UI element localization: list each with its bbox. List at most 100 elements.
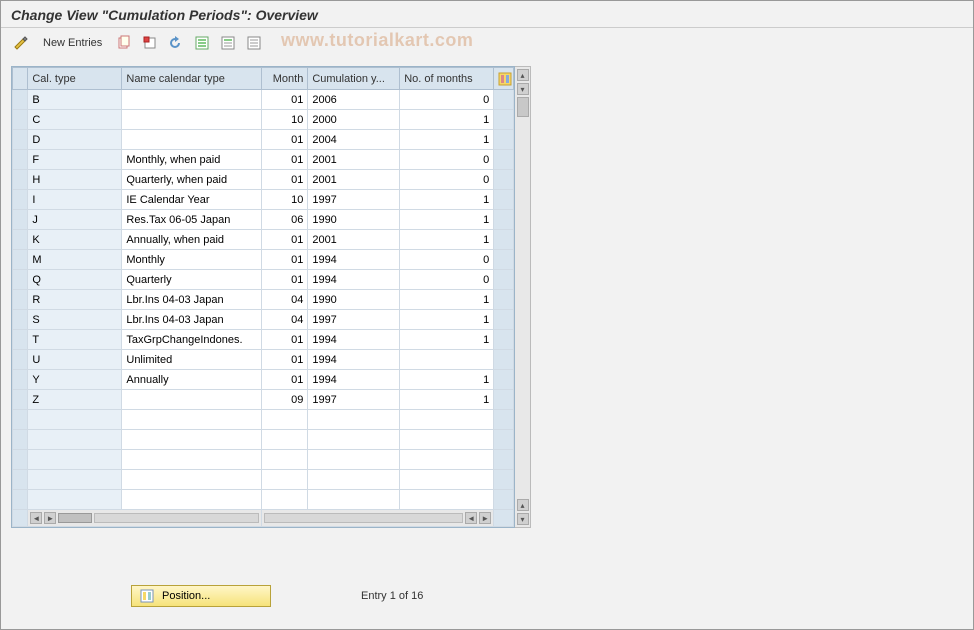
hscroll2-left-icon[interactable]: ◄ xyxy=(465,512,477,524)
cell-cal-type[interactable]: M xyxy=(28,250,122,270)
cell-months[interactable]: 1 xyxy=(400,210,494,230)
row-selector[interactable] xyxy=(13,190,28,210)
cell-month[interactable]: 04 xyxy=(262,290,308,310)
select-all-icon[interactable] xyxy=(192,33,212,53)
vscroll-down-icon[interactable]: ▾ xyxy=(517,83,529,95)
col-name[interactable]: Name calendar type xyxy=(122,68,262,90)
vscroll-up-icon[interactable]: ▴ xyxy=(517,69,529,81)
cell-months[interactable]: 1 xyxy=(400,130,494,150)
row-selector[interactable] xyxy=(13,330,28,350)
cell-name[interactable] xyxy=(122,90,262,110)
cell-cal-type[interactable]: S xyxy=(28,310,122,330)
cell-month[interactable]: 10 xyxy=(262,110,308,130)
cell-cal-type[interactable]: B xyxy=(28,90,122,110)
cell-months[interactable]: 1 xyxy=(400,110,494,130)
hscroll-right-icon[interactable]: ► xyxy=(44,512,56,524)
cell-month[interactable]: 01 xyxy=(262,350,308,370)
table-row[interactable]: KAnnually, when paid0120011 xyxy=(13,230,514,250)
table-row[interactable]: D0120041 xyxy=(13,130,514,150)
hscroll-thumb[interactable] xyxy=(58,513,92,523)
row-selector[interactable] xyxy=(13,170,28,190)
row-selector[interactable] xyxy=(13,250,28,270)
cell-month[interactable]: 01 xyxy=(262,150,308,170)
table-row-empty[interactable] xyxy=(13,490,514,510)
col-cal-type[interactable]: Cal. type xyxy=(28,68,122,90)
cell-name[interactable]: Annually xyxy=(122,370,262,390)
cell-month[interactable]: 06 xyxy=(262,210,308,230)
cell-cal-type[interactable]: D xyxy=(28,130,122,150)
cell-months[interactable]: 0 xyxy=(400,90,494,110)
cell-year[interactable]: 2006 xyxy=(308,90,400,110)
table-row[interactable]: HQuarterly, when paid0120010 xyxy=(13,170,514,190)
cell-cal-type[interactable]: C xyxy=(28,110,122,130)
cell-year[interactable]: 2000 xyxy=(308,110,400,130)
cell-name[interactable] xyxy=(122,110,262,130)
table-row[interactable]: Z0919971 xyxy=(13,390,514,410)
table-row[interactable]: QQuarterly0119940 xyxy=(13,270,514,290)
row-selector[interactable] xyxy=(13,390,28,410)
delete-icon[interactable] xyxy=(140,33,160,53)
cell-name[interactable]: Quarterly xyxy=(122,270,262,290)
cell-cal-type[interactable]: K xyxy=(28,230,122,250)
select-block-icon[interactable] xyxy=(218,33,238,53)
cell-cal-type[interactable]: U xyxy=(28,350,122,370)
cell-name[interactable]: Annually, when paid xyxy=(122,230,262,250)
cell-months[interactable]: 1 xyxy=(400,310,494,330)
table-row[interactable]: JRes.Tax 06-05 Japan0619901 xyxy=(13,210,514,230)
col-cum-year[interactable]: Cumulation y... xyxy=(308,68,400,90)
v-scrollbar[interactable]: ▴ ▾ ▴ ▾ xyxy=(515,66,531,528)
cell-months[interactable]: 1 xyxy=(400,330,494,350)
cell-cal-type[interactable]: F xyxy=(28,150,122,170)
cell-months[interactable]: 0 xyxy=(400,250,494,270)
col-month[interactable]: Month xyxy=(262,68,308,90)
cell-months[interactable]: 1 xyxy=(400,230,494,250)
cell-year[interactable]: 1994 xyxy=(308,330,400,350)
cell-cal-type[interactable]: H xyxy=(28,170,122,190)
cell-year[interactable]: 1994 xyxy=(308,250,400,270)
row-selector[interactable] xyxy=(13,290,28,310)
cell-year[interactable]: 1990 xyxy=(308,290,400,310)
row-selector[interactable] xyxy=(13,310,28,330)
cell-year[interactable]: 1997 xyxy=(308,390,400,410)
cell-name[interactable] xyxy=(122,130,262,150)
cell-month[interactable]: 01 xyxy=(262,250,308,270)
new-entries-button[interactable]: New Entries xyxy=(37,35,108,51)
cell-month[interactable]: 01 xyxy=(262,170,308,190)
table-row-empty[interactable] xyxy=(13,430,514,450)
table-row[interactable]: SLbr.Ins 04-03 Japan0419971 xyxy=(13,310,514,330)
cell-year[interactable]: 1990 xyxy=(308,210,400,230)
cell-cal-type[interactable]: J xyxy=(28,210,122,230)
vscroll-down2-icon[interactable]: ▾ xyxy=(517,513,529,525)
col-months[interactable]: No. of months xyxy=(400,68,494,90)
cell-year[interactable]: 2001 xyxy=(308,150,400,170)
table-row[interactable]: YAnnually0119941 xyxy=(13,370,514,390)
cell-months[interactable]: 0 xyxy=(400,170,494,190)
cell-name[interactable] xyxy=(122,390,262,410)
toggle-edit-icon[interactable] xyxy=(11,33,31,53)
copy-icon[interactable] xyxy=(114,33,134,53)
cell-name[interactable]: Quarterly, when paid xyxy=(122,170,262,190)
cell-month[interactable]: 04 xyxy=(262,310,308,330)
hscroll2-right-icon[interactable]: ► xyxy=(479,512,491,524)
table-row-empty[interactable] xyxy=(13,410,514,430)
cell-cal-type[interactable]: Q xyxy=(28,270,122,290)
cell-name[interactable]: TaxGrpChangeIndones. xyxy=(122,330,262,350)
cell-cal-type[interactable]: Z xyxy=(28,390,122,410)
table-row-empty[interactable] xyxy=(13,450,514,470)
cell-months[interactable] xyxy=(400,350,494,370)
deselect-all-icon[interactable] xyxy=(244,33,264,53)
cell-year[interactable]: 2001 xyxy=(308,170,400,190)
undo-icon[interactable] xyxy=(166,33,186,53)
cell-cal-type[interactable]: I xyxy=(28,190,122,210)
table-row[interactable]: TTaxGrpChangeIndones.0119941 xyxy=(13,330,514,350)
cell-year[interactable]: 1997 xyxy=(308,190,400,210)
cell-month[interactable]: 09 xyxy=(262,390,308,410)
cell-cal-type[interactable]: T xyxy=(28,330,122,350)
table-config-icon[interactable] xyxy=(494,68,514,90)
position-button[interactable]: Position... xyxy=(131,585,271,607)
cell-name[interactable]: Lbr.Ins 04-03 Japan xyxy=(122,310,262,330)
cell-year[interactable]: 1994 xyxy=(308,270,400,290)
table-row[interactable]: UUnlimited011994 xyxy=(13,350,514,370)
cell-months[interactable]: 1 xyxy=(400,290,494,310)
cell-name[interactable]: Res.Tax 06-05 Japan xyxy=(122,210,262,230)
